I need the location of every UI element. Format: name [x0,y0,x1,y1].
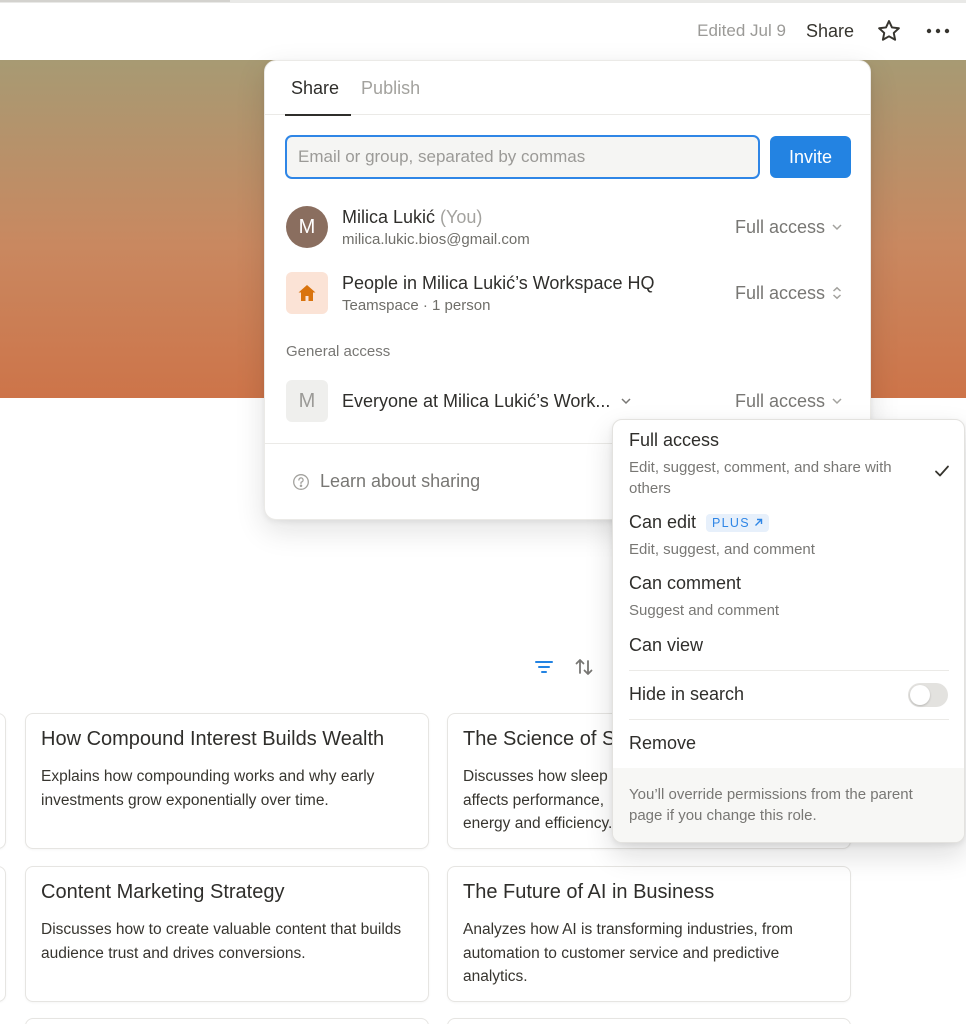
card-title: How Compound Interest Builds Wealth [41,728,385,750]
gallery-card[interactable]: The Future of AI in Business Analyzes ho… [447,866,851,1002]
card-partial-left-1[interactable] [0,713,6,849]
gallery-card[interactable]: How Compound Interest Builds Wealth Expl… [25,713,429,849]
email-invite-input[interactable] [285,135,760,179]
teamspace-icon [286,272,328,314]
home-icon [298,285,316,301]
share-button[interactable]: Share [806,21,854,42]
option-title: Can comment [629,573,742,593]
more-options-icon[interactable] [924,18,952,44]
learn-label: Learn about sharing [320,471,481,491]
chevron-down-icon [832,398,842,405]
access-label: Full access [734,282,825,303]
option-title: Full access [629,430,720,450]
access-label: Full access [734,390,825,411]
option-can-view[interactable]: Can view [629,635,954,656]
checkmark-icon [935,465,949,477]
member-name: People in Milica Lukić’s Workspace HQ [342,272,655,293]
top-border-segment [0,0,230,2]
hide-in-search-row[interactable]: Hide in search [629,684,954,705]
access-dropdown-owner[interactable]: Full access [735,217,843,238]
chevron-updown-icon [832,286,842,300]
member-name: Milica Lukić [342,206,436,227]
access-label: Full access [734,216,825,237]
general-access-selector[interactable]: Everyone at Milica Lukić’s Work... [342,391,735,412]
chevron-down-icon [832,224,842,231]
gallery-card-partial[interactable] [25,1018,429,1024]
database-toolbar [533,656,595,678]
override-warning: You’ll override permissions from the par… [613,768,964,842]
sort-icon[interactable] [573,656,595,678]
tab-publish[interactable]: Publish [361,61,420,115]
page-topbar: Edited Jul 9 Share [697,14,952,48]
access-dropdown-teamspace[interactable]: Full access [735,283,843,304]
card-description: Analyzes how AI is transforming industri… [463,921,793,985]
help-icon [293,473,309,490]
invite-row: Invite [285,135,851,179]
filter-icon[interactable] [533,656,555,678]
option-title: Can view [629,635,704,655]
card-title: The Future of AI in Business [463,881,715,903]
general-access-name: Everyone at Milica Lukić’s Work... [342,390,611,411]
option-title: Can edit [629,512,697,532]
option-description: Edit, suggest, comment, and share with o… [629,459,892,497]
workspace-icon: M [286,380,328,422]
invite-button[interactable]: Invite [770,136,851,178]
option-full-access[interactable]: Full access Edit, suggest, comment, and … [629,430,954,499]
option-description: Suggest and comment [629,602,780,619]
remove-label: Remove [629,733,697,753]
divider [629,719,949,720]
remove-option[interactable]: Remove [629,733,954,754]
tab-share[interactable]: Share [284,61,352,116]
edited-timestamp: Edited Jul 9 [697,21,786,40]
chevron-down-icon [621,398,631,405]
toggle-knob [910,685,930,705]
share-tabs: Share Publish [265,61,870,116]
general-access-row: M Everyone at Milica Lukić’s Work... Ful… [286,379,851,423]
you-tag: (You) [440,206,483,227]
option-can-comment[interactable]: Can comment Suggest and comment [629,573,954,621]
arrow-up-right-icon [754,518,763,526]
learn-about-sharing-link[interactable]: Learn about sharing [292,471,480,492]
gallery-card-partial[interactable] [447,1018,851,1024]
card-description: Explains how compounding works and why e… [41,768,375,809]
access-dropdown-general[interactable]: Full access [735,391,843,412]
option-description: Edit, suggest, and comment [629,541,815,558]
card-description: Discusses how sleep affects performance,… [463,768,613,832]
general-access-label: General access [286,343,391,360]
gallery-card[interactable]: Content Marketing Strategy Discusses how… [25,866,429,1002]
access-level-menu: Full access Edit, suggest, comment, and … [612,419,965,843]
member-row-owner: M Milica Lukić (You) milica.lukic.bios@g… [286,205,851,249]
plus-badge[interactable]: PLUS [706,513,769,532]
plus-label: PLUS [712,515,750,530]
star-icon[interactable] [876,18,902,44]
teamspace-subtitle: Teamspace · 1 person [342,296,491,314]
card-description: Discusses how to create valuable content… [41,921,402,962]
card-title: Content Marketing Strategy [41,881,285,903]
option-can-edit[interactable]: Can edit PLUS Edit, suggest, and comment [629,512,954,560]
member-row-teamspace: People in Milica Lukić’s Workspace HQ Te… [286,271,851,315]
member-email: milica.lukic.bios@gmail.com [342,230,530,248]
card-partial-left-2[interactable] [0,866,6,1002]
hide-in-search-toggle[interactable] [908,683,948,707]
hide-in-search-label: Hide in search [629,684,745,704]
divider [629,670,949,671]
avatar: M [286,206,328,248]
